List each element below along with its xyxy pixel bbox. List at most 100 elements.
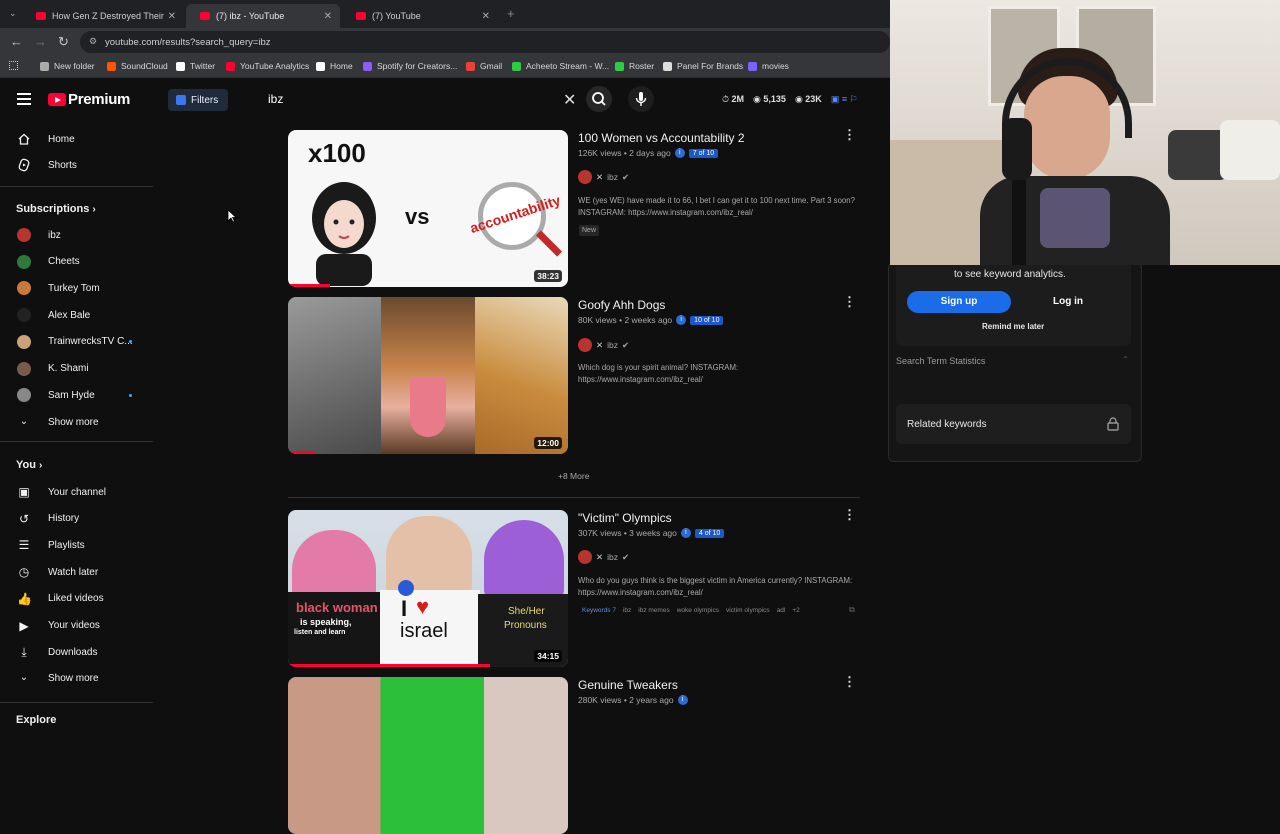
log-in-button[interactable]: Log in <box>1016 291 1120 313</box>
video-title[interactable]: Genuine Tweakers <box>578 678 678 692</box>
bookmark-item[interactable]: Home <box>316 61 353 71</box>
keyword-chip[interactable]: adl <box>777 607 786 614</box>
search-input[interactable]: ibz <box>258 86 580 112</box>
tab-3[interactable]: (7) YouTube ✕ <box>342 4 498 28</box>
related-keywords-row[interactable]: Related keywords <box>896 404 1131 444</box>
keyword-chip[interactable]: +2 <box>792 607 799 614</box>
bookmark-icon <box>107 61 116 71</box>
keyword-chip[interactable]: woke olympics <box>677 607 719 614</box>
subscription-item[interactable]: Cheets <box>0 249 153 275</box>
subscription-item[interactable]: Sam Hyde <box>0 382 153 408</box>
url-input[interactable]: ⚙ youtube.com/results?search_query=ibz <box>80 31 890 53</box>
clear-search-icon[interactable]: ✕ <box>563 90 576 110</box>
video-title[interactable]: "Victim" Olympics <box>578 511 672 525</box>
video-thumbnail[interactable]: black woman is speaking, listen and lear… <box>288 510 568 667</box>
apps-icon[interactable] <box>9 61 18 70</box>
tab-1[interactable]: How Gen Z Destroyed Their 20s ✕ <box>22 4 184 28</box>
you-heading[interactable]: You › <box>16 459 42 471</box>
more-options-icon[interactable]: ⋮ <box>843 507 856 523</box>
channel-avatar <box>17 228 31 242</box>
video-title[interactable]: 100 Women vs Accountability 2 <box>578 131 745 145</box>
subscription-item[interactable]: TrainwrecksTV C... <box>0 329 153 355</box>
subscription-item[interactable]: Alex Bale <box>0 302 153 328</box>
bookmark-item[interactable]: Acheeto Stream - W... <box>512 61 609 71</box>
gray-dog-image <box>288 297 381 454</box>
channel-link[interactable]: ✕ ibz ✔ <box>578 550 629 564</box>
sidebar-divider <box>0 186 153 187</box>
keyword-chip[interactable]: ibz <box>623 607 631 614</box>
voice-search-button[interactable] <box>628 86 654 112</box>
x-icon: ✕ <box>596 551 604 562</box>
filters-button[interactable]: Filters <box>168 89 228 111</box>
channel-avatar <box>578 338 592 352</box>
close-tab-icon[interactable]: ✕ <box>482 11 490 22</box>
sidebar-item-your-videos[interactable]: ▶ Your videos <box>0 613 153 639</box>
close-tab-icon[interactable]: ✕ <box>168 11 176 22</box>
back-icon[interactable]: ← <box>10 34 23 49</box>
bookmark-icon <box>663 61 672 71</box>
copy-icon[interactable]: ⧉ <box>849 605 855 615</box>
keyword-chip[interactable]: ibz memes <box>638 607 669 614</box>
sign-up-button[interactable]: Sign up <box>907 291 1011 313</box>
video-title[interactable]: Goofy Ahh Dogs <box>578 298 665 312</box>
close-tab-icon[interactable]: ✕ <box>324 11 332 22</box>
bookmark-label: Spotify for Creators... <box>377 61 458 71</box>
show-more-you[interactable]: ⌄ Show more <box>0 665 153 691</box>
more-options-icon[interactable]: ⋮ <box>843 674 856 690</box>
sidebar-item-history[interactable]: ↺ History <box>0 506 153 532</box>
search-button[interactable] <box>586 86 612 112</box>
liked-icon: 👍 <box>17 591 32 606</box>
show-more-subscriptions[interactable]: ⌄ Show more <box>0 409 153 435</box>
channel-link[interactable]: ✕ ibz ✔ <box>578 338 629 352</box>
forward-icon[interactable]: → <box>34 34 47 49</box>
subscription-item[interactable]: ibz <box>0 222 153 248</box>
new-tab-icon[interactable]: + <box>507 6 515 21</box>
bookmark-label: Gmail <box>480 61 503 71</box>
site-info-icon[interactable]: ⚙ <box>89 36 97 47</box>
chevron-up-icon[interactable]: ⌃ <box>1122 355 1129 364</box>
bookmark-item[interactable]: SoundCloud <box>107 61 168 71</box>
keyword-chip[interactable]: victim olympics <box>726 607 770 614</box>
bookmark-label: SoundCloud <box>121 61 168 71</box>
more-options-icon[interactable]: ⋮ <box>843 294 856 310</box>
bookmark-item[interactable]: Roster <box>615 61 654 71</box>
tab-2[interactable]: (7) ibz - YouTube ✕ <box>186 4 340 28</box>
youtube-logo-icon[interactable] <box>48 93 66 106</box>
sidebar-item-liked[interactable]: 👍 Liked videos <box>0 586 153 612</box>
remind-later-link[interactable]: Remind me later <box>982 322 1044 331</box>
video-thumbnail[interactable]: 12:00 <box>288 297 568 454</box>
menu-icon[interactable] <box>17 93 31 105</box>
bookmark-item[interactable]: movies <box>748 61 789 71</box>
bookmark-item[interactable]: New folder <box>40 61 95 71</box>
sidebar-item-label: History <box>48 513 80 525</box>
sidebar-item-channel[interactable]: ▣ Your channel <box>0 479 153 505</box>
filters-label: Filters <box>191 94 219 106</box>
sidebar-item-shorts[interactable]: Shorts <box>0 152 153 178</box>
subscription-item[interactable]: K. Shami <box>0 356 153 382</box>
sidebar-item-watch-later[interactable]: ◷ Watch later <box>0 559 153 585</box>
sidebar-item-home[interactable]: Home <box>0 126 153 152</box>
subscription-item[interactable]: Turkey Tom <box>0 275 153 301</box>
video-thumbnail[interactable] <box>288 677 568 834</box>
more-options-icon[interactable]: ⋮ <box>843 127 856 143</box>
bookmark-item[interactable]: Gmail <box>466 61 502 71</box>
video-thumbnail[interactable]: x100 vs accountability 38:23 <box>288 130 568 287</box>
bookmark-label: Panel For Brands <box>677 61 744 71</box>
bookmark-item[interactable]: Panel For Brands <box>663 61 743 71</box>
watch-progress-bar <box>288 664 490 667</box>
channel-link[interactable]: ✕ ibz ✔ <box>578 170 629 184</box>
sidebar-item-playlists[interactable]: ☰ Playlists <box>0 532 153 558</box>
subscriptions-heading[interactable]: Subscriptions › <box>16 203 96 215</box>
tab-list-chevron-icon[interactable]: ⌄ <box>9 8 17 19</box>
stat-subscribers: ⏱ 2M <box>722 94 745 104</box>
extension-icons[interactable]: ▣ ≡ ⚐ <box>831 94 858 105</box>
reload-icon[interactable]: ↻ <box>58 34 69 50</box>
bookmark-item[interactable]: YouTube Analytics <box>226 61 309 71</box>
bookmark-item[interactable]: Twitter <box>176 61 215 71</box>
bookmark-icon <box>363 61 372 71</box>
show-more-videos-button[interactable]: +8 More <box>558 471 589 481</box>
bookmark-item[interactable]: Spotify for Creators... <box>363 61 457 71</box>
sidebar-item-downloads[interactable]: ⤓ Downloads <box>0 639 153 665</box>
stat-total: ◉ 23K <box>794 94 822 104</box>
search-term-statistics-heading[interactable]: Search Term Statistics <box>896 356 985 366</box>
